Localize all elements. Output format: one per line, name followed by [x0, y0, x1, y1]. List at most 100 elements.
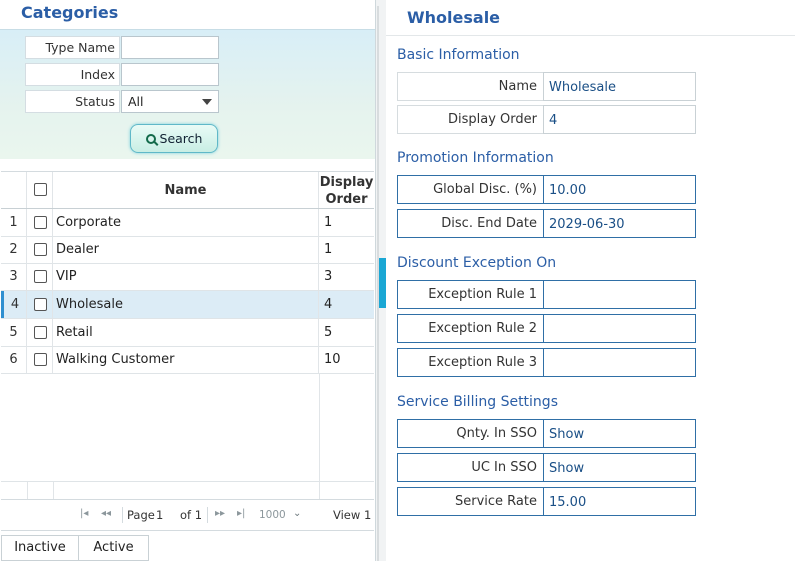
header-display-order-line2: Order	[325, 192, 368, 207]
chevron-down-icon	[202, 99, 212, 105]
type-name-input[interactable]	[121, 36, 219, 59]
uc-in-sso-field[interactable]: Show	[543, 453, 696, 482]
exception-rule-2-label: Exception Rule 2	[397, 314, 544, 343]
section-promotion-information: Promotion Information	[397, 150, 554, 166]
row-name: VIP	[53, 263, 319, 290]
exception-rule-2-field[interactable]	[543, 314, 696, 343]
table-row[interactable]: 2 Dealer 1	[1, 236, 374, 264]
header-row-number	[1, 172, 27, 208]
service-rate-label: Service Rate	[397, 487, 544, 516]
tab-inactive[interactable]: Inactive	[1, 535, 79, 561]
display-order-field[interactable]: 4	[543, 105, 696, 134]
row-name: Walking Customer	[53, 346, 319, 373]
grid-footer-strip	[1, 481, 374, 500]
header-select-all	[27, 172, 53, 208]
table-row[interactable]: 3 VIP 3	[1, 263, 374, 291]
table-row[interactable]: 1 Corporate 1	[1, 209, 374, 237]
name-label: Name	[397, 72, 544, 101]
status-label: Status	[25, 90, 120, 113]
search-button-label: Search	[159, 131, 203, 146]
row-checkbox[interactable]	[34, 326, 47, 339]
type-name-label: Type Name	[25, 36, 120, 59]
row-checkbox[interactable]	[34, 243, 47, 256]
row-order: 4	[324, 297, 333, 312]
global-disc-field[interactable]: 10.00	[543, 175, 696, 204]
disc-end-date-label: Disc. End Date	[397, 209, 544, 238]
table-row[interactable]: 5 Retail 5	[1, 319, 374, 347]
global-disc-label: Global Disc. (%)	[397, 175, 544, 204]
tab-active[interactable]: Active	[78, 535, 149, 561]
search-icon	[145, 134, 156, 144]
row-name: Wholesale	[53, 291, 319, 318]
disc-end-date-field[interactable]: 2029-06-30	[543, 209, 696, 238]
row-order: 3	[324, 269, 333, 284]
row-checkbox-cell	[27, 346, 53, 373]
page-input[interactable]: 1	[156, 506, 176, 524]
row-number: 1	[1, 209, 27, 236]
service-rate-field[interactable]: 15.00	[543, 487, 696, 516]
row-order: 1	[324, 215, 333, 230]
search-button[interactable]: Search	[130, 124, 218, 153]
row-name: Corporate	[53, 209, 319, 236]
detail-header: Wholesale	[386, 0, 795, 36]
chevron-down-icon: ⌄	[293, 508, 302, 519]
name-field[interactable]: Wholesale	[543, 72, 696, 101]
page-of-label: of 1	[180, 508, 203, 522]
column-divider	[27, 482, 28, 499]
grid-pager: |◂ ◂◂ Page 1 of 1 ▸▸ ▸| 1000 ⌄ View 1	[1, 500, 374, 531]
exception-rule-3-field[interactable]	[543, 348, 696, 377]
exception-rule-1-field[interactable]	[543, 280, 696, 309]
row-order: 5	[324, 325, 333, 340]
grid-empty-area	[1, 374, 374, 481]
column-divider	[319, 374, 320, 481]
row-order: 10	[324, 352, 341, 367]
row-number: 5	[1, 319, 27, 346]
last-page-icon[interactable]: ▸|	[237, 508, 245, 519]
uc-in-sso-label: UC In SSO	[397, 453, 544, 482]
row-checkbox[interactable]	[34, 298, 47, 311]
section-discount-exception: Discount Exception On	[397, 255, 557, 271]
row-checkbox[interactable]	[34, 353, 47, 366]
row-checkbox-cell	[27, 209, 53, 236]
row-checkbox-cell	[27, 291, 53, 318]
first-page-icon[interactable]: |◂	[80, 508, 88, 519]
qnty-in-sso-label: Qnty. In SSO	[397, 419, 544, 448]
splitter-handle[interactable]	[379, 258, 386, 308]
page-size-select[interactable]: 1000	[259, 509, 286, 521]
display-order-label: Display Order	[397, 105, 544, 134]
table-row-selected[interactable]: 4 Wholesale 4	[1, 291, 374, 319]
section-service-billing: Service Billing Settings	[397, 394, 558, 410]
categories-panel: Categories Type Name Index Status All Se…	[0, 0, 376, 561]
header-name[interactable]: Name	[53, 172, 319, 208]
detail-title: Wholesale	[407, 8, 501, 27]
pager-divider	[207, 507, 208, 523]
grid-header: Name Display Order	[1, 171, 374, 209]
next-page-icon[interactable]: ▸▸	[215, 508, 225, 519]
header-display-order[interactable]: Display Order	[319, 172, 374, 208]
column-divider	[53, 482, 54, 499]
row-number: 6	[1, 346, 27, 373]
pager-divider	[122, 507, 123, 523]
row-checkbox[interactable]	[34, 270, 47, 283]
index-label: Index	[25, 63, 120, 86]
table-row[interactable]: 6 Walking Customer 10	[1, 346, 374, 374]
row-number: 2	[1, 236, 27, 263]
qnty-in-sso-field[interactable]: Show	[543, 419, 696, 448]
row-name: Retail	[53, 319, 319, 346]
row-name: Dealer	[53, 236, 319, 263]
row-order: 1	[324, 242, 333, 257]
row-checkbox-cell	[27, 319, 53, 346]
section-basic-information: Basic Information	[397, 47, 520, 63]
status-select[interactable]: All	[121, 90, 219, 113]
exception-rule-1-label: Exception Rule 1	[397, 280, 544, 309]
page-label: Page	[127, 508, 155, 522]
row-checkbox[interactable]	[34, 216, 47, 229]
prev-page-icon[interactable]: ◂◂	[101, 508, 111, 519]
row-checkbox-cell	[27, 263, 53, 290]
categories-title: Categories	[21, 3, 119, 22]
select-all-checkbox[interactable]	[34, 183, 47, 196]
header-display-order-line1: Display	[319, 175, 374, 190]
exception-rule-3-label: Exception Rule 3	[397, 348, 544, 377]
view-records-label: View 1	[333, 508, 372, 522]
index-input[interactable]	[121, 63, 219, 86]
